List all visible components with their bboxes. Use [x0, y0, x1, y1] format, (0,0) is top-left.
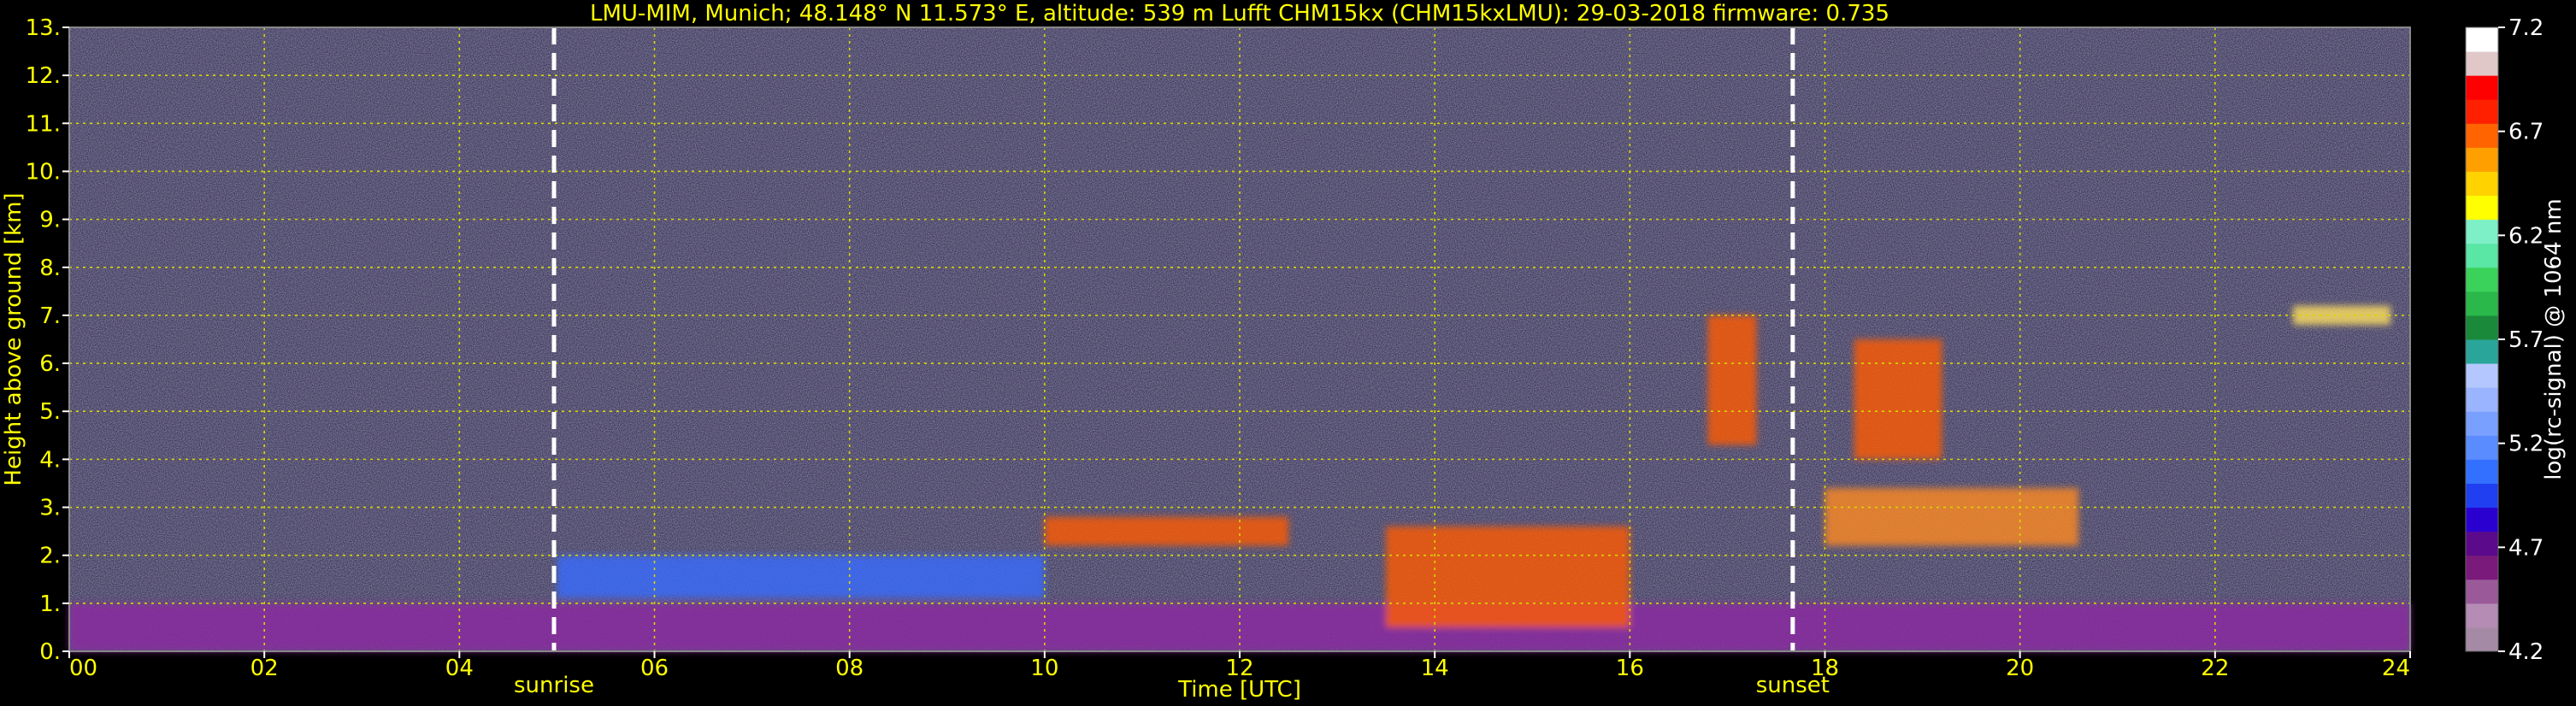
x-tick-label: 04	[445, 656, 474, 681]
layer-residual-layer-1	[557, 555, 1045, 599]
y-tick-label: 6.	[39, 351, 61, 377]
x-tick-label: 02	[251, 656, 279, 681]
colorbar-tick-label: 7.2	[2508, 15, 2544, 41]
colorbar-tick-label: 4.7	[2508, 535, 2544, 561]
y-tick-label: 9.	[39, 208, 61, 233]
colorbar-swatch	[2466, 291, 2498, 316]
layer-aerosol-layer-6	[1824, 488, 2079, 546]
y-tick-label: 10.	[26, 159, 61, 185]
layer-cloud-3	[1386, 527, 1630, 627]
colorbar-swatch	[2466, 555, 2498, 580]
colorbar-tick-label: 5.7	[2508, 327, 2544, 353]
y-tick-label: 2.	[39, 544, 61, 569]
x-tick-label: 24	[2382, 656, 2410, 681]
y-tick-label: 13.	[26, 15, 61, 41]
colorbar: 4.2 4.7 5.2 5.7 6.2 6.7 7.2	[2465, 15, 2544, 665]
colorbar-swatch	[2466, 75, 2498, 100]
x-tick-label: 16	[1616, 656, 1644, 681]
colorbar-swatch	[2466, 387, 2498, 412]
colorbar-swatch	[2466, 507, 2498, 532]
colorbar-swatch	[2466, 435, 2498, 460]
colorbar-swatch	[2466, 123, 2498, 148]
colorbar-swatch	[2466, 531, 2498, 556]
sunrise-label: sunrise	[514, 673, 594, 698]
y-tick-label: 5.	[39, 399, 61, 425]
x-tick-label: 22	[2201, 656, 2229, 681]
colorbar-tick-label: 6.2	[2508, 223, 2544, 249]
y-tick-label: 8.	[39, 256, 61, 281]
colorbar-tick-label: 5.2	[2508, 432, 2544, 457]
x-tick-label: 06	[640, 656, 669, 681]
colorbar-swatch	[2466, 411, 2498, 436]
y-tick-label: 4.	[39, 447, 61, 473]
colorbar-tick-label: 6.7	[2508, 120, 2544, 145]
colorbar-swatch	[2466, 147, 2498, 172]
colorbar-swatch	[2466, 195, 2498, 221]
colorbar-swatch	[2466, 27, 2498, 52]
colorbar-swatch	[2466, 243, 2498, 268]
colorbar-swatch	[2466, 219, 2498, 244]
x-tick-label: 10	[1030, 656, 1058, 681]
y-axis-label: Height above ground [km]	[1, 192, 27, 485]
colorbar-swatch	[2466, 171, 2498, 197]
colorbar-swatch	[2466, 483, 2498, 509]
colorbar-swatch	[2466, 363, 2498, 388]
x-tick-label: 00	[69, 656, 97, 681]
layer-cloud-4	[1707, 315, 1757, 445]
x-tick-label: 18	[1811, 656, 1839, 681]
colorbar-swatch	[2466, 267, 2498, 292]
ceilometer-chart: sunrise sunset 0.1.2.3.4.5.6.7.8.9.10.11.…	[1, 1, 2567, 703]
colorbar-swatch	[2466, 579, 2498, 604]
y-tick-label: 1.	[39, 591, 61, 617]
colorbar-swatch	[2466, 99, 2498, 124]
colorbar-swatch	[2466, 603, 2498, 628]
y-tick-label: 12.	[26, 63, 61, 89]
chart-title: LMU-MIM, Munich; 48.148° N 11.573° E, al…	[590, 1, 1889, 26]
colorbar-swatch	[2466, 339, 2498, 364]
y-axis-ticks: 0. 1. 2. 3. 4. 5. 6. 7. 8. 9. 10. 11. 12. 13.	[26, 15, 69, 665]
colorbar-label: log(rc-signal) @ 1064 nm	[2541, 198, 2567, 479]
layer-cloud-5	[1854, 339, 1942, 460]
colorbar-swatch	[2466, 627, 2498, 652]
y-tick-label: 0.	[39, 639, 61, 665]
colorbar-tick-label: 4.2	[2508, 639, 2544, 665]
y-tick-label: 3.	[39, 496, 61, 521]
x-tick-label: 08	[835, 656, 864, 681]
noise-texture	[69, 27, 2410, 651]
colorbar-swatch	[2466, 315, 2498, 340]
y-tick-label: 11.	[26, 111, 61, 137]
layer-cloud-2	[1044, 516, 1289, 546]
colorbar-swatch	[2466, 459, 2498, 484]
x-tick-label: 14	[1421, 656, 1449, 681]
x-tick-label: 20	[2006, 656, 2034, 681]
y-tick-label: 7.	[39, 303, 61, 329]
colorbar-swatch	[2466, 51, 2498, 76]
x-axis-label: Time [UTC]	[1177, 677, 1301, 703]
